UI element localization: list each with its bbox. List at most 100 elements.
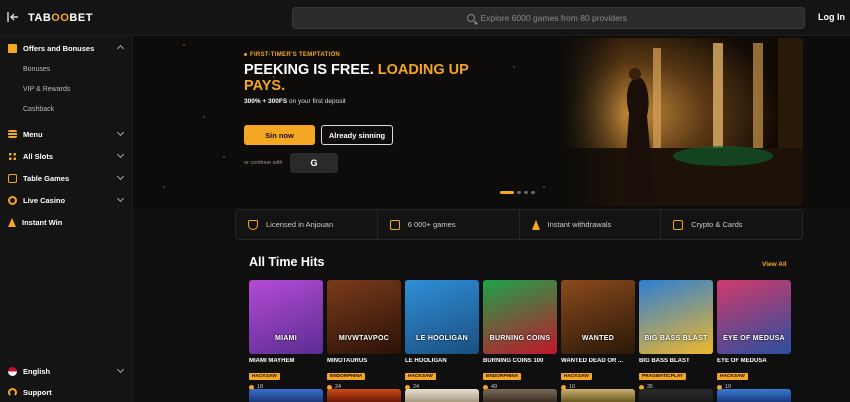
- view-all-link[interactable]: View All: [762, 261, 787, 268]
- feature-crypto: Crypto & Cards: [661, 210, 802, 239]
- sidebar-item-table-games[interactable]: Table Games: [0, 169, 133, 187]
- game-art-title: BIG BASS BLAST: [644, 335, 708, 342]
- slots-icon: [8, 151, 17, 161]
- headset-icon: [8, 387, 17, 397]
- game-card-partial[interactable]: [639, 389, 713, 402]
- game-thumbnail[interactable]: LE HOOLIGAN: [405, 280, 479, 354]
- google-login-button[interactable]: G: [290, 153, 338, 173]
- game-name: BURNING COINS 100: [483, 358, 544, 364]
- support-link[interactable]: Support: [0, 383, 133, 401]
- sidebar-item-offers[interactable]: Offers and Bonuses: [0, 39, 133, 57]
- search-bar[interactable]: [292, 7, 805, 29]
- game-name: EYE OF MEDUSA: [717, 358, 767, 364]
- sidebar-subitem-vip[interactable]: VIP & Rewards: [23, 86, 70, 93]
- game-art-title: LE HOOLIGAN: [416, 335, 468, 342]
- game-name: BIG BASS BLAST: [639, 358, 690, 364]
- provider-badge: HACKSAW: [561, 373, 592, 380]
- feature-games: 6 000+ games: [378, 210, 520, 239]
- game-thumbnail[interactable]: BIG BASS BLAST: [639, 280, 713, 354]
- sidebar-item-instant-win[interactable]: Instant Win: [0, 213, 133, 231]
- provider-badge: ENDORPHINA: [483, 373, 522, 380]
- game-card-partial[interactable]: [405, 389, 479, 402]
- hero-offer: 300% + 300FS on your first deposit: [244, 98, 346, 105]
- login-button[interactable]: Log In: [818, 12, 845, 22]
- game-art-title: MIAMI: [274, 335, 298, 342]
- game-art-title: MIVWTAVPOC: [338, 335, 390, 342]
- game-card-partial[interactable]: [483, 389, 557, 402]
- sidebar-item-all-slots[interactable]: All Slots: [0, 147, 133, 165]
- provider-badge: HACKSAW: [717, 373, 748, 380]
- chevron-down-icon: [116, 172, 125, 181]
- game-thumbnail[interactable]: EYE OF MEDUSA: [717, 280, 791, 354]
- provider-badge: HACKSAW: [405, 373, 436, 380]
- sidebar-subitem-bonuses[interactable]: Bonuses: [23, 66, 50, 73]
- language-selector[interactable]: English: [0, 362, 133, 380]
- collapse-sidebar-icon[interactable]: [6, 10, 20, 24]
- hero-image: [563, 38, 803, 206]
- game-name: WANTED DEAD OR ...: [561, 358, 624, 364]
- sidebar-subitem-cashback[interactable]: Cashback: [23, 106, 54, 113]
- provider-badge: PRAGMATICPLAY: [639, 373, 687, 380]
- gamepad-icon: [389, 219, 400, 230]
- carousel-dot[interactable]: [500, 191, 514, 194]
- game-card[interactable]: BIG BASS BLAST BIG BASS BLAST PRAGMATICPLA…: [639, 280, 713, 390]
- game-art-title: WANTED: [581, 335, 615, 342]
- game-name: MIAMI MAYHEM: [249, 358, 295, 364]
- bolt-icon: [8, 217, 16, 227]
- game-name: LE HOOLIGAN: [405, 358, 447, 364]
- game-card-partial[interactable]: [717, 389, 791, 402]
- sidebar: Offers and Bonuses Bonuses VIP & Rewards…: [0, 36, 133, 402]
- chevron-down-icon: [116, 194, 125, 203]
- search-input[interactable]: [480, 13, 631, 23]
- sin-now-button[interactable]: Sin now: [244, 125, 315, 145]
- provider-badge: HACKSAW: [249, 373, 280, 380]
- already-sinning-button[interactable]: Already sinning: [321, 125, 393, 145]
- chevron-down-icon: [116, 150, 125, 159]
- game-thumbnail[interactable]: BURNING COINS: [483, 280, 557, 354]
- hero-eyebrow: FIRST-TIMER'S TEMPTATION: [244, 52, 340, 58]
- hero-headline: PEEKING IS FREE. LOADING UP PAYS.: [244, 62, 469, 94]
- game-card-partial[interactable]: [561, 389, 635, 402]
- shield-icon: [248, 219, 258, 230]
- chevron-down-icon: [116, 365, 125, 374]
- chevron-down-icon: [116, 128, 125, 137]
- flag-icon: [8, 366, 17, 376]
- game-thumbnail[interactable]: WANTED: [561, 280, 635, 354]
- feature-withdrawals: Instant withdrawals: [520, 210, 662, 239]
- top-bar: TABOOBET Log In: [0, 0, 850, 36]
- sidebar-item-live-casino[interactable]: Live Casino: [0, 191, 133, 209]
- game-card[interactable]: EYE OF MEDUSA EYE OF MEDUSA HACKSAW 10: [717, 280, 791, 390]
- carousel-dot[interactable]: [517, 191, 521, 194]
- provider-badge: ENDORPHINA: [327, 373, 366, 380]
- sidebar-item-menu[interactable]: Menu: [0, 125, 133, 143]
- carousel-pager: [500, 191, 535, 194]
- game-thumbnail[interactable]: MIAMI: [249, 280, 323, 354]
- google-icon: G: [310, 158, 318, 168]
- game-name: MINOTAURUS: [327, 358, 368, 364]
- feature-licensed: Licensed in Anjouan: [236, 210, 378, 239]
- bolt-icon: [531, 219, 540, 230]
- game-card[interactable]: MIVWTAVPOC MINOTAURUS ENDORPHINA 24: [327, 280, 401, 390]
- wallet-icon: [673, 219, 684, 230]
- game-card-partial[interactable]: [327, 389, 401, 402]
- game-art-title: EYE OF MEDUSA: [723, 335, 785, 342]
- carousel-dot[interactable]: [524, 191, 528, 194]
- game-card[interactable]: MIAMI MIAMI MAYHEM HACKSAW 18: [249, 280, 323, 390]
- logo[interactable]: TABOOBET: [28, 12, 93, 24]
- chevron-up-icon: [116, 44, 125, 53]
- game-card[interactable]: WANTED WANTED DEAD OR ... HACKSAW 10: [561, 280, 635, 390]
- section-title: All Time Hits: [249, 255, 325, 269]
- game-thumbnail[interactable]: MIVWTAVPOC: [327, 280, 401, 354]
- chip-icon: [8, 195, 17, 205]
- gift-icon: [8, 43, 17, 53]
- continue-with-label: or continue with: [244, 160, 283, 166]
- cards-icon: [8, 173, 17, 183]
- game-card[interactable]: BURNING COINS BURNING COINS 100 ENDORPHINA…: [483, 280, 557, 390]
- game-card-partial[interactable]: [249, 389, 323, 402]
- carousel-dot[interactable]: [531, 191, 535, 194]
- game-art-title: BURNING COINS: [489, 335, 551, 342]
- menu-icon: [8, 130, 17, 138]
- search-icon: [466, 14, 475, 22]
- game-card[interactable]: LE HOOLIGAN LE HOOLIGAN HACKSAW 24: [405, 280, 479, 390]
- features-bar: Licensed in Anjouan 6 000+ games Instant…: [235, 209, 803, 240]
